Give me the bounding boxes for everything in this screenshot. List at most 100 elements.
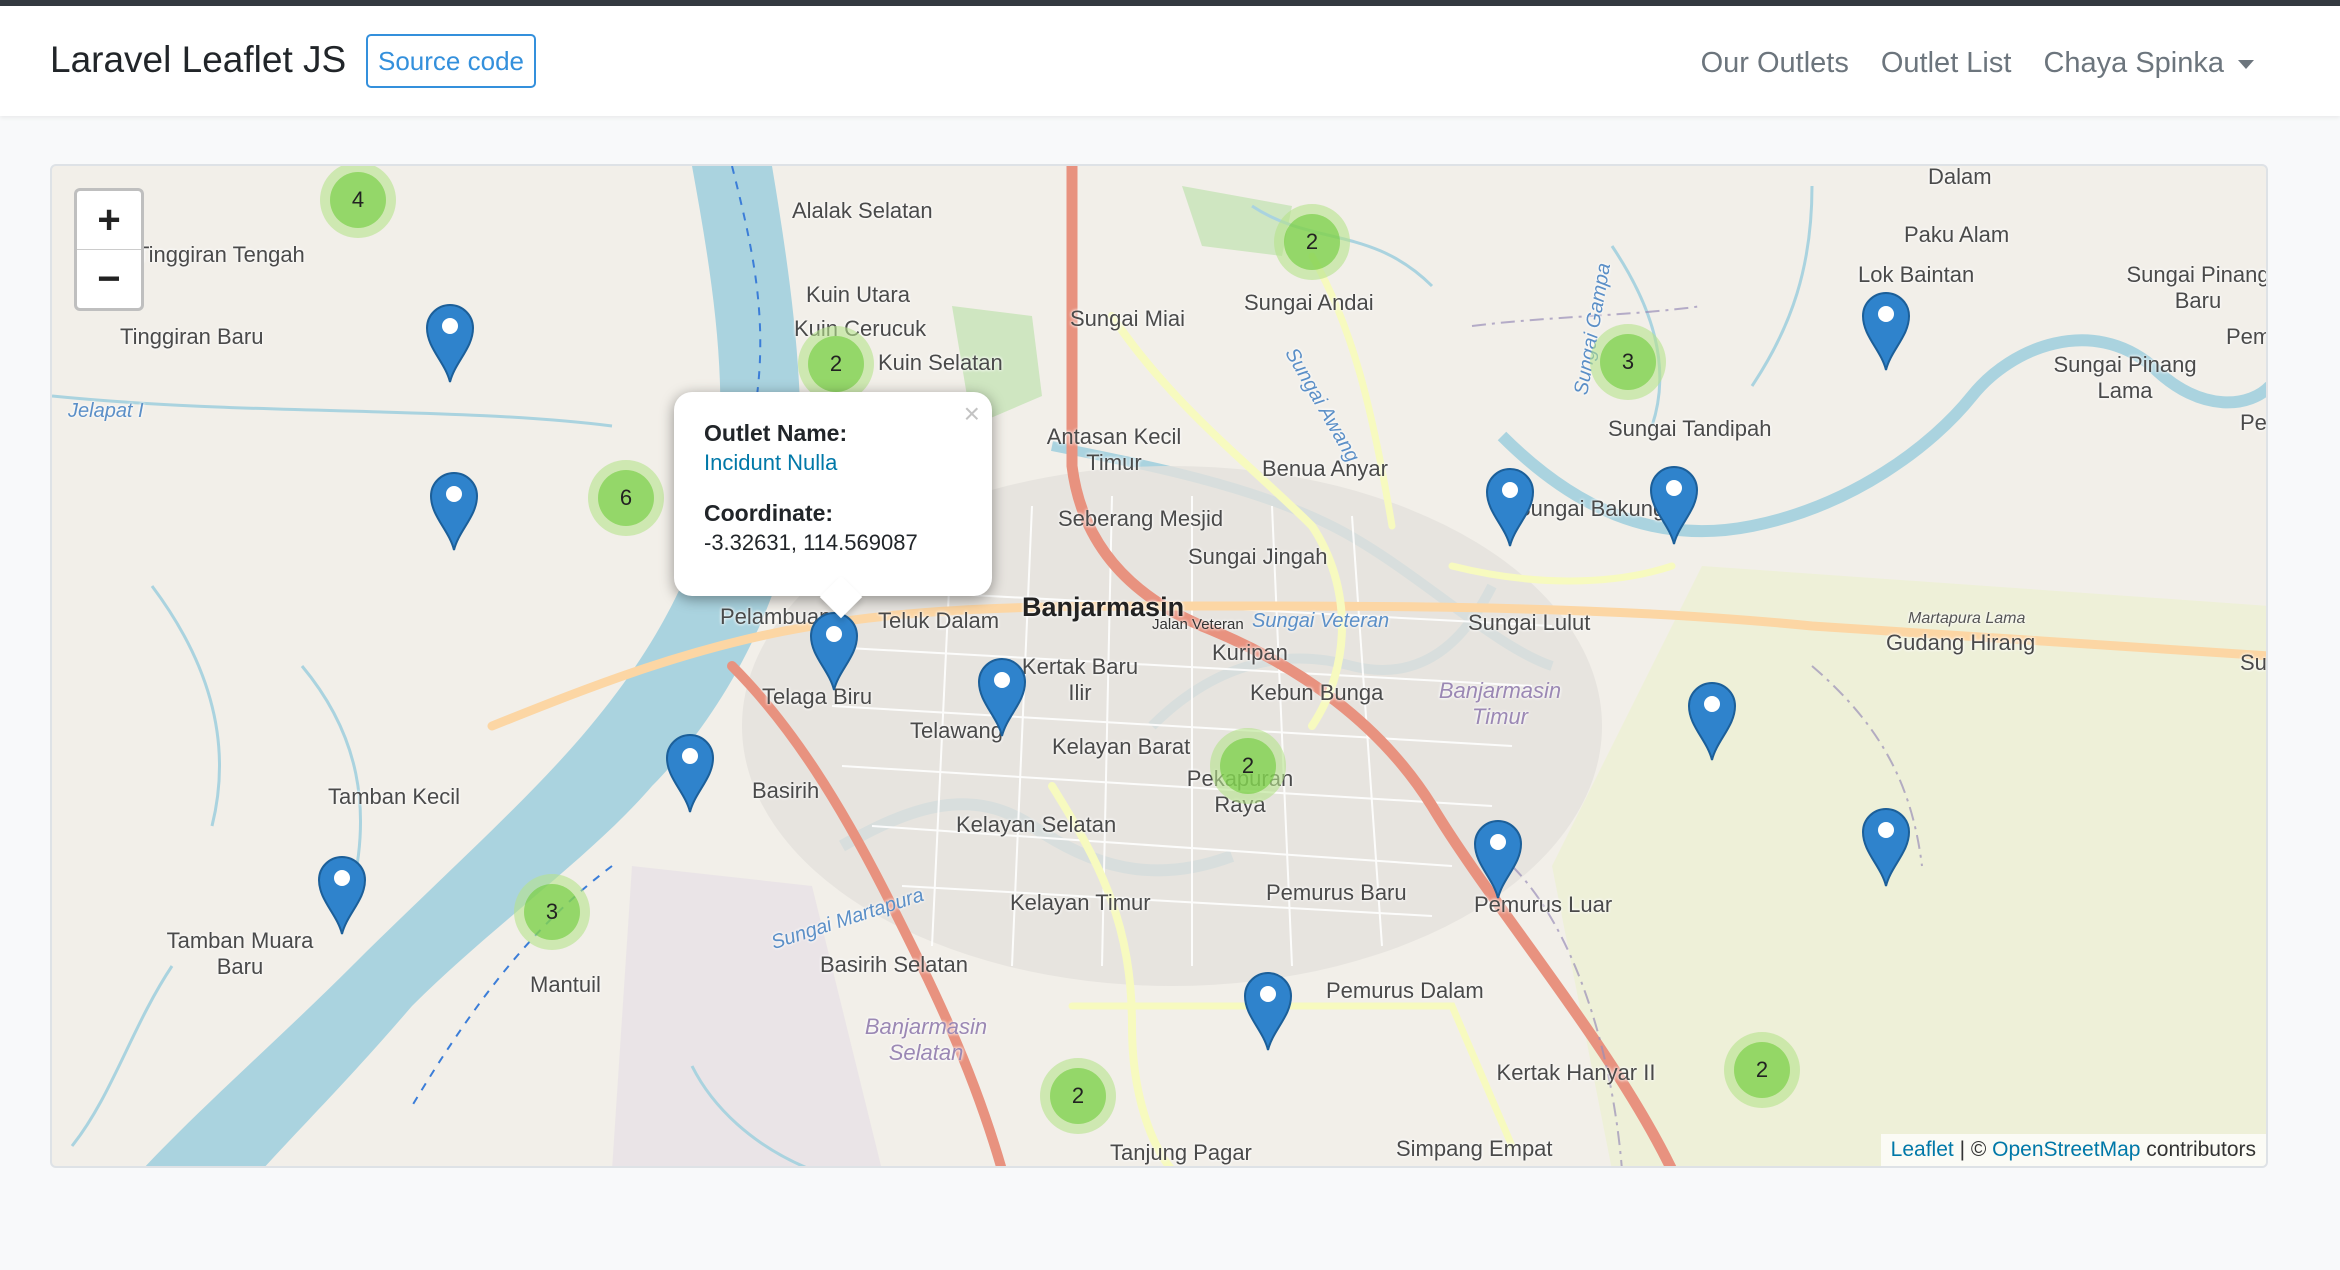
map-pin-icon[interactable] — [317, 854, 367, 936]
zoom-in-button[interactable]: + — [77, 191, 141, 250]
cluster-count: 6 — [598, 470, 654, 526]
source-code-button[interactable]: Source code — [366, 34, 536, 88]
marker-cluster[interactable]: 2 — [1210, 728, 1286, 804]
map-label: Jalan Veteran — [1152, 616, 1244, 633]
user-name: Chaya Spinka — [2043, 47, 2224, 79]
map-label: Tamban Muara Baru — [166, 928, 314, 979]
map-label: Sungai Veteran — [1252, 610, 1390, 632]
map-pin-icon[interactable] — [665, 732, 715, 814]
outlet-popup: × Outlet Name: Incidunt Nulla Coordinate… — [674, 392, 992, 619]
map-pin-icon[interactable] — [1485, 466, 1535, 548]
map-pin-icon[interactable] — [1687, 680, 1737, 762]
map-label: Sungai Bakung — [1516, 496, 1666, 521]
map-label: Kelayan Timur — [1010, 890, 1151, 915]
map-label: Pemurus Dalam — [1326, 978, 1484, 1003]
map-label: Sungai Lulut — [1468, 610, 1591, 635]
leaflet-link[interactable]: Leaflet — [1891, 1138, 1954, 1161]
marker-cluster[interactable]: 2 — [1040, 1058, 1116, 1134]
map-label: Kertak Hanyar II — [1496, 1060, 1656, 1085]
zoom-control: + − — [74, 188, 144, 311]
map-attribution: Leaflet | © OpenStreetMap contributors — [1880, 1134, 2266, 1166]
map-label: Kuin Selatan — [878, 350, 1003, 375]
marker-cluster[interactable]: 6 — [588, 460, 664, 536]
map-label: Tinggiran Baru — [120, 324, 264, 349]
map-pin-icon[interactable] — [977, 656, 1027, 738]
cluster-count: 2 — [1050, 1068, 1106, 1124]
map-label: Kertak Baru Ilir — [1021, 654, 1139, 705]
map-pin-icon[interactable] — [1243, 970, 1293, 1052]
map-label: Jelapat I — [68, 400, 144, 422]
map-label: Alalak Selatan — [792, 198, 933, 223]
brand-title[interactable]: Laravel Leaflet JS — [50, 36, 346, 84]
cluster-count: 3 — [1600, 334, 1656, 390]
outlet-name-label: Outlet Name: — [704, 420, 848, 446]
openstreetmap-link[interactable]: OpenStreetMap — [1992, 1138, 2140, 1161]
nav-our-outlets[interactable]: Our Outlets — [1701, 42, 1849, 84]
map-label: Basirih — [752, 778, 820, 803]
map-label: Dalam — [1928, 164, 1992, 189]
nav-outlet-list[interactable]: Outlet List — [1881, 42, 2012, 84]
map-pin-icon[interactable] — [425, 302, 475, 384]
map-label: Sung — [2240, 650, 2267, 675]
attribution-suffix: contributors — [2140, 1138, 2256, 1161]
map-label: Pen — [2240, 410, 2267, 435]
map-label: Benua Anyar — [1262, 456, 1388, 481]
cluster-count: 2 — [808, 336, 864, 392]
marker-cluster[interactable]: 3 — [514, 874, 590, 950]
marker-cluster[interactable]: 2 — [1274, 204, 1350, 280]
cluster-count: 2 — [1734, 1042, 1790, 1098]
caret-down-icon — [2238, 59, 2254, 69]
marker-cluster[interactable]: 2 — [798, 326, 874, 402]
map-label: Tinggiran Tengah — [136, 242, 305, 267]
map-pin-icon[interactable] — [429, 470, 479, 552]
cluster-count: 3 — [524, 884, 580, 940]
map-label: Sungai Pinang Lama — [2053, 352, 2197, 403]
attribution-separator: | © — [1953, 1138, 1993, 1161]
cluster-count: 2 — [1220, 738, 1276, 794]
map-label: Sungai Andai — [1244, 290, 1374, 315]
map-container[interactable]: Alalak Selatan Tinggiran Tengah Tinggira… — [50, 164, 2268, 1168]
marker-cluster[interactable]: 2 — [1724, 1032, 1800, 1108]
map-label: Gudang Hirang — [1886, 630, 2036, 655]
cluster-count: 4 — [330, 172, 386, 228]
cluster-count: 2 — [1284, 214, 1340, 270]
map-label: Pemurus Baru — [1266, 880, 1407, 905]
map-label: Kuin Utara — [806, 282, 910, 307]
marker-cluster[interactable]: 4 — [320, 166, 396, 238]
map-label: Kuripan — [1212, 640, 1288, 665]
map-label: Tanjung Pagar — [1110, 1140, 1252, 1165]
map-label: Sungai Jingah — [1188, 544, 1328, 569]
map-pin-icon[interactable] — [1473, 818, 1523, 900]
coordinate-value: -3.32631, 114.569087 — [704, 530, 918, 555]
map-label: Paku Alam — [1904, 222, 2010, 247]
map-label: Tamban Kecil — [328, 784, 461, 809]
map-label: Mantuil — [530, 972, 601, 997]
close-icon[interactable]: × — [964, 398, 980, 430]
map-pin-icon[interactable] — [1649, 464, 1699, 546]
nav-links: Our Outlets Outlet List Chaya Spinka — [1701, 42, 2254, 84]
map-label: Seberang Mesjid — [1058, 506, 1224, 531]
outlet-name-link[interactable]: Incidunt Nulla — [704, 448, 962, 478]
map-label: Simpang Empat — [1396, 1136, 1553, 1161]
map-label: Lok Baintan — [1858, 262, 1975, 287]
map-label: Sungai Tandipah — [1608, 416, 1772, 441]
marker-cluster[interactable]: 3 — [1590, 324, 1666, 400]
map-label: Martapura Lama — [1908, 610, 2026, 627]
map-label: Basirih Selatan — [820, 952, 968, 977]
map-label: Kelayan Selatan — [956, 812, 1117, 837]
map-pin-icon[interactable] — [809, 610, 859, 692]
map-label: Sungai Miai — [1070, 306, 1185, 331]
map-label: Sungai Pinang Baru — [2126, 262, 2268, 313]
zoom-out-button[interactable]: − — [77, 250, 141, 308]
coordinate-label: Coordinate: — [704, 500, 834, 526]
map-label: Peml — [2226, 324, 2266, 349]
map-pin-icon[interactable] — [1861, 806, 1911, 888]
map-label: Kebun Bunga — [1250, 680, 1384, 705]
map-pin-icon[interactable] — [1861, 290, 1911, 372]
map-label: Banjarmasin Timur — [1438, 678, 1562, 729]
user-dropdown[interactable]: Chaya Spinka — [2043, 42, 2254, 84]
map-label: Teluk Dalam — [878, 608, 1000, 633]
map-label: Antasan Kecil Timur — [1046, 424, 1182, 475]
map-label: Banjarmasin Selatan — [864, 1014, 988, 1065]
navbar: Laravel Leaflet JS Source code Our Outle… — [0, 6, 2340, 116]
